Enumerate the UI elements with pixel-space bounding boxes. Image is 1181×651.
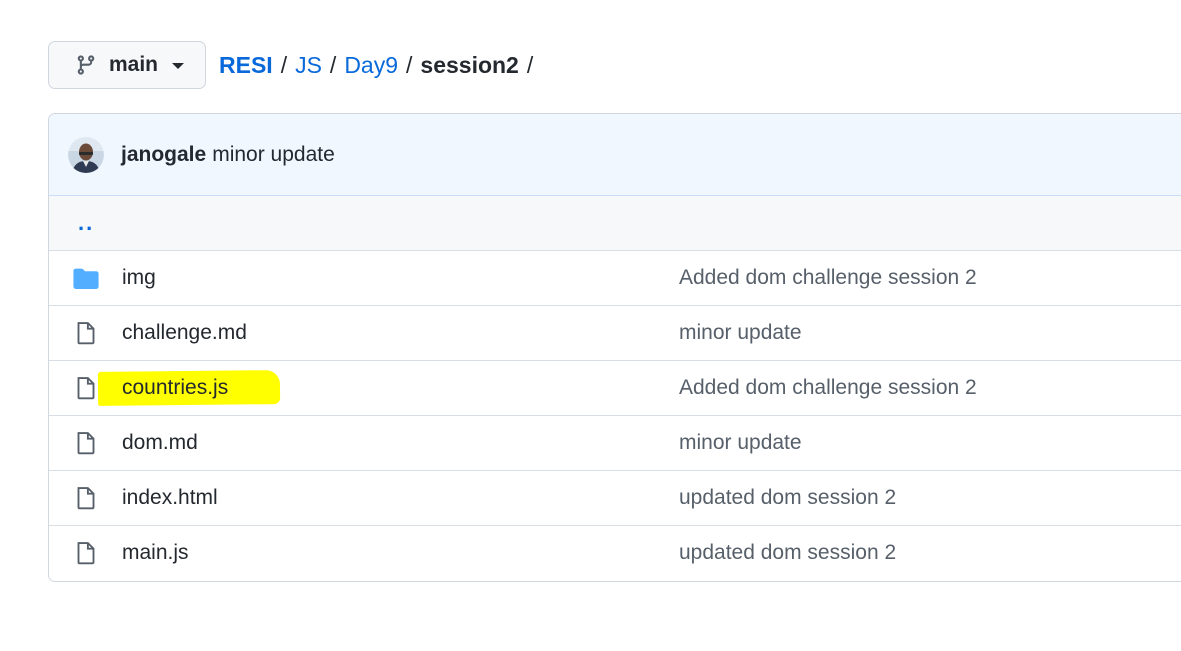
file-commit-message-link[interactable]: Added dom challenge session 2 bbox=[679, 376, 977, 400]
breadcrumb-link-js[interactable]: JS bbox=[295, 52, 322, 79]
file-icon bbox=[49, 431, 122, 455]
breadcrumb-separator: / bbox=[526, 51, 534, 78]
file-commit-message-link[interactable]: Added dom challenge session 2 bbox=[679, 266, 977, 290]
folder-icon bbox=[49, 267, 122, 289]
file-name-link[interactable]: countries.js bbox=[122, 376, 228, 400]
breadcrumb-current: session2 bbox=[420, 51, 519, 78]
breadcrumb-separator: / bbox=[406, 51, 413, 78]
file-name-link[interactable]: img bbox=[122, 266, 156, 290]
file-commit-message-link[interactable]: minor update bbox=[679, 431, 802, 455]
file-name-link[interactable]: challenge.md bbox=[122, 321, 247, 345]
breadcrumb-repo-link[interactable]: RESI bbox=[219, 52, 273, 79]
file-browser: janogale minor update .. img Added dom c… bbox=[48, 113, 1181, 582]
file-commit-message-link[interactable]: updated dom session 2 bbox=[679, 541, 896, 565]
file-row[interactable]: img Added dom challenge session 2 bbox=[49, 250, 1181, 305]
parent-directory-row[interactable]: .. bbox=[49, 196, 1181, 250]
branch-selector-button[interactable]: main bbox=[48, 41, 206, 89]
commit-author-link[interactable]: janogale bbox=[121, 143, 206, 167]
file-row[interactable]: countries.js Added dom challenge session… bbox=[49, 360, 1181, 415]
breadcrumb-separator: / bbox=[329, 51, 337, 78]
breadcrumb-separator: / bbox=[280, 51, 288, 78]
file-name-link[interactable]: dom.md bbox=[122, 431, 198, 455]
file-commit-message-link[interactable]: updated dom session 2 bbox=[679, 486, 896, 510]
file-icon bbox=[49, 541, 122, 565]
parent-directory-link[interactable]: .. bbox=[78, 210, 94, 236]
avatar[interactable] bbox=[68, 136, 104, 173]
chevron-down-icon bbox=[172, 63, 185, 69]
commit-message[interactable]: minor update bbox=[212, 143, 335, 167]
file-name-link[interactable]: main.js bbox=[122, 541, 189, 565]
file-icon bbox=[49, 486, 122, 510]
file-row[interactable]: index.html updated dom session 2 bbox=[49, 470, 1181, 525]
file-row[interactable]: dom.md minor update bbox=[49, 415, 1181, 470]
branch-name: main bbox=[109, 53, 159, 76]
file-commit-message-link[interactable]: minor update bbox=[679, 321, 802, 345]
breadcrumb-link-day9[interactable]: Day9 bbox=[344, 52, 398, 79]
file-row[interactable]: main.js updated dom session 2 bbox=[49, 525, 1181, 580]
repo-nav-bar: main RESI / JS / Day9 / session2 / bbox=[48, 41, 541, 89]
file-name-link[interactable]: index.html bbox=[122, 486, 218, 510]
git-branch-icon bbox=[75, 54, 97, 76]
file-row[interactable]: challenge.md minor update bbox=[49, 305, 1181, 360]
latest-commit-header: janogale minor update bbox=[49, 114, 1181, 196]
breadcrumb: RESI / JS / Day9 / session2 / bbox=[219, 52, 541, 79]
file-icon bbox=[49, 321, 122, 345]
